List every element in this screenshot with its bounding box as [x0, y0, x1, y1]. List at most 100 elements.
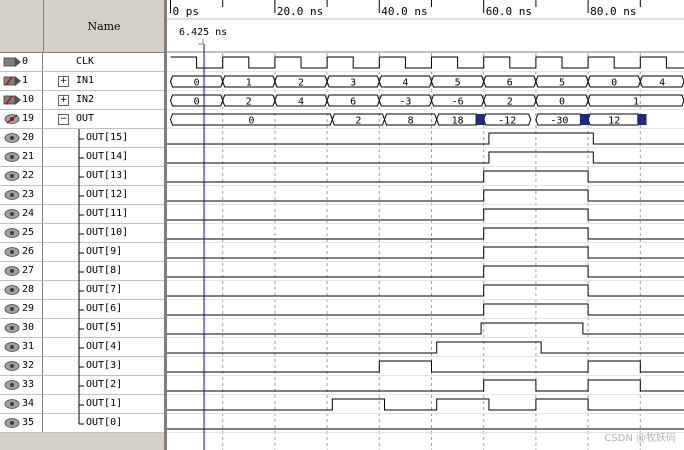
signal-index-cell: 21 [0, 148, 43, 167]
signal-row[interactable]: 10 + IN2 [0, 91, 164, 110]
signal-index-cell: 33 [0, 376, 43, 395]
signal-index: 33 [22, 379, 35, 390]
bit-waveform [167, 341, 684, 354]
signal-row[interactable]: 23 OUT[12] [0, 186, 164, 205]
signal-index-cell: 29 [0, 300, 43, 319]
signal-index: 27 [22, 265, 35, 276]
output-pin-icon [4, 133, 20, 143]
signal-row[interactable]: 19 − OUT [0, 110, 164, 129]
glitch-mark [475, 114, 485, 125]
bus-value-label: 2 [298, 78, 304, 89]
signal-name: OUT[8] [86, 265, 123, 276]
signal-index: 32 [22, 360, 35, 371]
output-pin-icon [4, 285, 20, 295]
bus-value-label: 4 [298, 97, 304, 108]
bus-value-label: 12 [608, 116, 620, 127]
bus-value-label: 0 [248, 116, 254, 127]
bus-value-label: 3 [350, 78, 356, 89]
input-pin-icon [3, 57, 21, 67]
output-pin-icon [4, 209, 20, 219]
signal-index: 28 [22, 284, 35, 295]
signal-name-cell: + IN2 [43, 91, 164, 110]
bus-value-label: 5 [559, 78, 565, 89]
signal-row[interactable]: 21 OUT[14] [0, 148, 164, 167]
bit-waveform [167, 246, 684, 259]
bus-value-label: 6 [350, 97, 356, 108]
signal-name-cell: OUT[10] [43, 224, 164, 243]
signal-row[interactable]: 27 OUT[8] [0, 262, 164, 281]
signal-row[interactable]: 31 OUT[4] [0, 338, 164, 357]
expand-icon[interactable]: + [58, 76, 69, 87]
signal-index: 31 [22, 341, 35, 352]
signal-index: 30 [22, 322, 35, 333]
bus-value-label: 2 [507, 97, 513, 108]
output-pin-icon [4, 247, 20, 257]
expand-icon[interactable]: + [58, 95, 69, 106]
signal-index-cell: 28 [0, 281, 43, 300]
signal-name: CLK [76, 56, 95, 67]
signal-row[interactable]: 22 OUT[13] [0, 167, 164, 186]
signal-row[interactable]: 20 OUT[15] [0, 129, 164, 148]
signal-row[interactable]: 0 CLK [0, 53, 164, 72]
bus-value-label: -6 [452, 97, 464, 108]
signal-index: 21 [22, 151, 35, 162]
bit-waveform [167, 284, 684, 297]
signal-index: 29 [22, 303, 35, 314]
signal-row[interactable]: 34 OUT[1] [0, 395, 164, 414]
signal-row[interactable]: 33 OUT[2] [0, 376, 164, 395]
signal-name: OUT[1] [86, 398, 123, 409]
signal-row[interactable]: 29 OUT[6] [0, 300, 164, 319]
signal-row[interactable]: 35 OUT[0] [0, 414, 164, 433]
output-pin-icon [4, 304, 20, 314]
signal-row[interactable]: 25 OUT[10] [0, 224, 164, 243]
output-pin-icon [4, 399, 20, 409]
signal-index-cell: 27 [0, 262, 43, 281]
collapse-icon[interactable]: − [58, 114, 69, 125]
signal-row[interactable]: 32 OUT[3] [0, 357, 164, 376]
bus-value-label: 1 [246, 78, 252, 89]
signal-name: OUT[13] [86, 170, 129, 181]
index-column-header[interactable] [0, 0, 44, 53]
output-bus-icon [4, 114, 20, 124]
signal-index-cell: 32 [0, 357, 43, 376]
signal-name-cell: OUT[13] [43, 167, 164, 186]
bus-value-label: 5 [455, 78, 461, 89]
input-bus-icon [3, 95, 21, 105]
glitch-mark [579, 114, 590, 125]
signal-index: 23 [22, 189, 35, 200]
signal-name-cell: CLK [43, 53, 164, 72]
signal-name-cell: OUT[14] [43, 148, 164, 167]
signal-index-cell: 22 [0, 167, 43, 186]
signal-name-cell: OUT[6] [43, 300, 164, 319]
time-tick-label: 60.0 ns [486, 5, 532, 18]
signal-row[interactable]: 1 + IN1 [0, 72, 164, 91]
signal-row[interactable]: 26 OUT[9] [0, 243, 164, 262]
name-column-header[interactable]: Name [44, 0, 164, 53]
bit-waveform [167, 303, 684, 316]
signal-name: OUT[11] [86, 208, 129, 219]
signal-name-cell: OUT[8] [43, 262, 164, 281]
signal-index-cell: 24 [0, 205, 43, 224]
signal-name-cell: OUT[3] [43, 357, 164, 376]
waveform-area[interactable]: 0 ps20.0 ns40.0 ns60.0 ns80.0 ns100.0012… [167, 0, 684, 450]
time-tick-label: 0 ps [173, 5, 200, 18]
bit-waveform [167, 322, 684, 335]
signal-index: 20 [22, 132, 35, 143]
signal-name: OUT[7] [86, 284, 123, 295]
signal-name: OUT[14] [86, 151, 129, 162]
time-tick-label: 40.0 ns [381, 5, 427, 18]
signal-index-cell: 26 [0, 243, 43, 262]
signal-row[interactable]: 30 OUT[5] [0, 319, 164, 338]
bit-waveform [167, 151, 684, 164]
signal-index: 10 [22, 94, 35, 105]
bus-value-label: 4 [402, 78, 408, 89]
signal-index-cell: 20 [0, 129, 43, 148]
signal-name: IN2 [76, 94, 95, 105]
output-pin-icon [4, 342, 20, 352]
bit-waveform [167, 132, 684, 145]
bit-waveform [167, 227, 684, 240]
waveform-viewer: Name 0 CLK 1 + IN1 10 + IN2 19− OUT 20 OUT[15] 21 OUT… [0, 0, 684, 450]
signal-row[interactable]: 28 OUT[7] [0, 281, 164, 300]
signal-row[interactable]: 24 OUT[11] [0, 205, 164, 224]
signal-name: OUT[9] [86, 246, 123, 257]
